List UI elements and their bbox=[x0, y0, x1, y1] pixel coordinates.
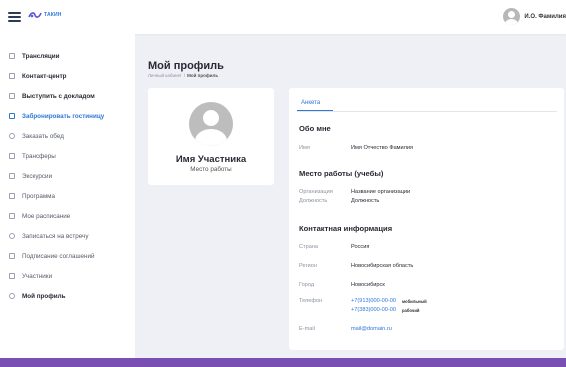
email-link[interactable]: mail@domain.ru bbox=[351, 326, 392, 332]
position-value: Должность bbox=[351, 198, 380, 204]
sidebar-item-lunch[interactable]: Заказать обед bbox=[0, 126, 135, 146]
menu-icon[interactable] bbox=[8, 12, 21, 22]
avatar[interactable] bbox=[503, 8, 521, 25]
phone-work-link[interactable]: +7(383)000-00-00 bbox=[351, 307, 396, 313]
user-icon bbox=[9, 293, 15, 299]
city-value: Новосибирск bbox=[351, 282, 385, 288]
sidebar-item-participants[interactable]: Участники bbox=[0, 266, 135, 286]
sidebar-item-label: Выступить с докладом bbox=[22, 92, 95, 100]
phone-mobile-tag: мобильный bbox=[402, 299, 427, 304]
sidebar-item-label: Заказать обед bbox=[22, 132, 64, 140]
handshake-icon bbox=[9, 233, 15, 239]
sidebar-item-transfers[interactable]: Трансферы bbox=[0, 146, 135, 166]
profile-info-card: Анкета Обо мне Имя Имя Отчество Фамилия … bbox=[289, 88, 564, 350]
sidebar-item-report[interactable]: Выступить с докладом bbox=[0, 86, 135, 106]
breadcrumb-parent[interactable]: Личный кабинет bbox=[148, 73, 182, 78]
profile-name: Имя Участника bbox=[175, 154, 247, 165]
sidebar-item-schedule[interactable]: Мое расписание bbox=[0, 206, 135, 226]
breadcrumb-separator: / bbox=[183, 73, 186, 78]
sidebar-item-broadcasts[interactable]: Трансляции bbox=[0, 46, 135, 66]
breadcrumb: Личный кабинет / Мой профиль bbox=[148, 73, 218, 78]
profile-card: Имя Участника Место работы bbox=[148, 88, 274, 185]
sidebar-item-hotel[interactable]: Забронировать гостиницу bbox=[0, 106, 135, 126]
avatar bbox=[189, 102, 233, 146]
app-frame: ТАКИН И.О. Фамилия Трансляции Контакт-це… bbox=[0, 0, 566, 358]
organization-label: Организация bbox=[299, 189, 333, 195]
name-label: Имя bbox=[299, 145, 310, 151]
name-value: Имя Отчество Фамилия bbox=[351, 145, 414, 151]
pen-icon bbox=[9, 253, 15, 259]
sidebar-item-label: Мой профиль bbox=[22, 292, 66, 300]
breadcrumb-current: Мой профиль bbox=[187, 73, 219, 78]
region-value: Новосибирская область bbox=[351, 263, 414, 269]
camera-icon bbox=[9, 173, 15, 179]
tab-questionnaire[interactable]: Анкета bbox=[301, 100, 320, 106]
sidebar-item-meeting[interactable]: Записаться на встречу bbox=[0, 226, 135, 246]
chat-icon bbox=[9, 73, 15, 79]
city-label: Город bbox=[299, 282, 315, 288]
email-label: E-mail bbox=[299, 326, 315, 332]
position-label: Должность bbox=[299, 198, 328, 204]
logo-text: ТАКИН bbox=[44, 12, 62, 18]
region-label: Регион bbox=[299, 263, 317, 269]
country-value: Россия bbox=[351, 244, 370, 250]
user-menu[interactable]: И.О. Фамилия bbox=[503, 8, 566, 25]
phone-work-tag: рабочий bbox=[402, 308, 420, 313]
section-work-title: Место работы (учебы) bbox=[299, 169, 384, 178]
sidebar-item-program[interactable]: Программа bbox=[0, 186, 135, 206]
tab-divider bbox=[297, 111, 557, 112]
phone-label: Телефон bbox=[299, 298, 323, 304]
bed-icon bbox=[9, 113, 15, 119]
country-label: Страна bbox=[299, 244, 319, 250]
sidebar-item-label: Программа bbox=[22, 192, 55, 200]
sidebar-item-label: Записаться на встречу bbox=[22, 232, 89, 240]
sidebar-item-label: Мое расписание bbox=[22, 212, 71, 220]
sidebar-item-label: Участники bbox=[22, 272, 53, 280]
sidebar-item-label: Экскурсии bbox=[22, 172, 53, 180]
sidebar-item-label: Контакт-центр bbox=[22, 72, 67, 80]
top-bar: ТАКИН И.О. Фамилия bbox=[0, 0, 566, 34]
logo-icon bbox=[28, 12, 42, 18]
logo[interactable]: ТАКИН bbox=[28, 11, 62, 19]
sidebar-item-label: Трансляции bbox=[22, 52, 60, 60]
sidebar-item-contact-center[interactable]: Контакт-центр bbox=[0, 66, 135, 86]
tab-active-indicator bbox=[297, 110, 333, 112]
sidebar-item-label: Забронировать гостиницу bbox=[22, 112, 105, 120]
bus-icon bbox=[9, 153, 15, 159]
phone-mobile-link[interactable]: +7(913)000-00-00 bbox=[351, 298, 396, 304]
user-name[interactable]: И.О. Фамилия bbox=[524, 14, 566, 20]
sidebar-item-label: Подписание соглашений bbox=[22, 252, 95, 260]
play-screen-icon bbox=[9, 53, 15, 59]
organization-value: Название организации bbox=[351, 189, 411, 195]
sidebar-item-label: Трансферы bbox=[22, 152, 56, 160]
page-title: Мой профиль bbox=[148, 60, 224, 72]
presentation-icon bbox=[9, 93, 15, 99]
people-icon bbox=[9, 273, 15, 279]
sidebar-item-profile[interactable]: Мой профиль bbox=[0, 286, 135, 306]
sidebar-item-excursions[interactable]: Экскурсии bbox=[0, 166, 135, 186]
sidebar: Трансляции Контакт-центр Выступить с док… bbox=[0, 34, 135, 358]
section-contact-title: Контактная информация bbox=[299, 224, 393, 233]
food-icon bbox=[9, 133, 15, 139]
schedule-icon bbox=[9, 213, 15, 219]
calendar-icon bbox=[9, 193, 15, 199]
sidebar-item-agreements[interactable]: Подписание соглашений bbox=[0, 246, 135, 266]
profile-workplace: Место работы bbox=[190, 166, 232, 173]
section-about-title: Обо мне bbox=[299, 124, 331, 133]
